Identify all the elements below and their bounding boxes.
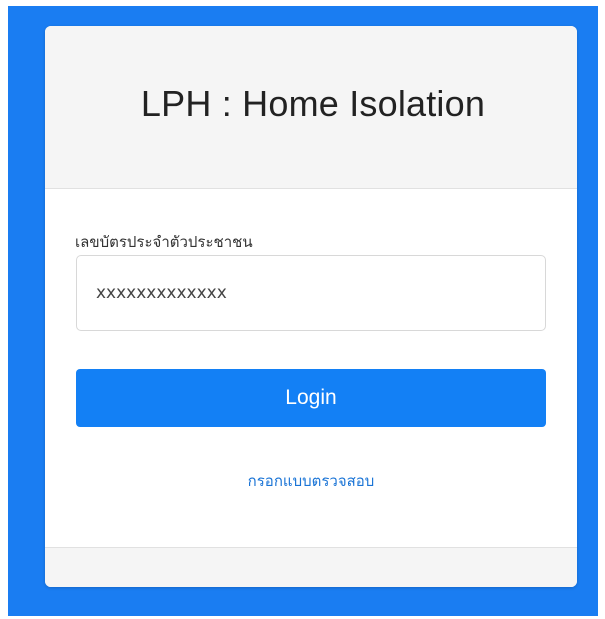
- citizen-id-input[interactable]: [76, 255, 546, 331]
- card-header: LPH : Home Isolation: [45, 26, 577, 189]
- card-body: เลขบัตรประจำตัวประชาชน Login กรอกแบบตรวจ…: [45, 189, 577, 548]
- card-footer: [45, 547, 577, 587]
- page-title: LPH : Home Isolation: [140, 83, 486, 124]
- login-button[interactable]: Login: [76, 369, 546, 427]
- login-card: LPH : Home Isolation เลขบัตรประจำตัวประช…: [45, 26, 577, 587]
- check-form-link[interactable]: กรอกแบบตรวจสอบ: [45, 469, 577, 493]
- citizen-id-label: เลขบัตรประจำตัวประชาชน: [75, 233, 253, 251]
